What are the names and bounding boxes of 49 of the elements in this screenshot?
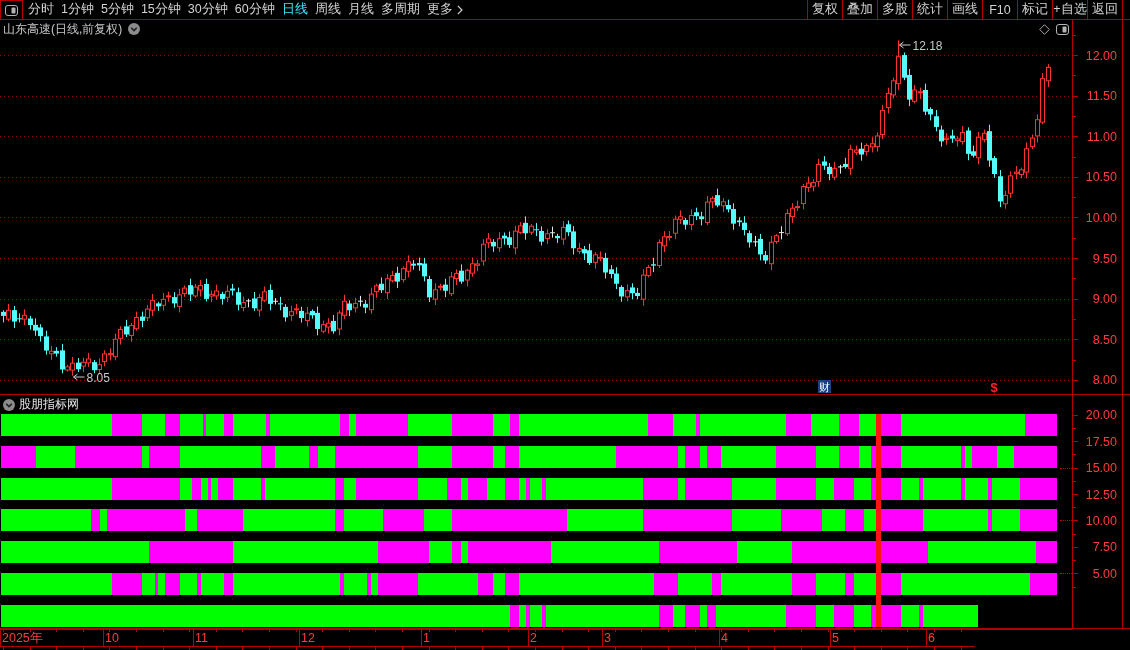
period-tab[interactable]: 分时: [28, 0, 54, 19]
time-axis-label: 2: [530, 631, 537, 645]
dividend-marker[interactable]: $: [990, 380, 998, 394]
period-tab[interactable]: 周线: [314, 0, 341, 19]
indicator-title: 股朋指标网: [19, 396, 79, 413]
axis-label: 15.00: [1085, 461, 1117, 476]
axis-label: 9.50: [1092, 251, 1117, 266]
diamond-icon[interactable]: [1039, 23, 1050, 35]
axis-label: 5.00: [1092, 566, 1117, 581]
period-tab[interactable]: 日线: [281, 0, 308, 19]
axis-label: 10.00: [1085, 514, 1117, 528]
period-tab[interactable]: 30分钟: [187, 0, 228, 19]
time-axis-label: 4: [721, 631, 728, 645]
finance-marker[interactable]: 财: [818, 380, 831, 393]
period-tab[interactable]: 多周期: [380, 0, 420, 19]
axis-label: 17.50: [1085, 434, 1117, 449]
toolbar-button[interactable]: +自选: [1052, 0, 1087, 19]
more-button[interactable]: 更多: [426, 0, 463, 19]
time-axis-label: 1: [423, 631, 430, 645]
period-tab[interactable]: 5分钟: [100, 0, 134, 19]
axis-label: 11.00: [1086, 129, 1117, 144]
time-axis-label: 5: [832, 631, 839, 645]
period-tab[interactable]: 15分钟: [140, 0, 181, 19]
period-tab[interactable]: 月线: [347, 0, 374, 19]
axis-label: 20.00: [1085, 408, 1117, 423]
axis-label: 8.00: [1092, 373, 1117, 388]
axis-label: 12.50: [1085, 487, 1117, 502]
axis-label: 10.50: [1085, 170, 1117, 185]
time-axis-label: 2025年: [2, 631, 43, 645]
period-tab[interactable]: 60分钟: [234, 0, 275, 19]
dropdown-icon[interactable]: [128, 23, 141, 35]
dropdown-icon[interactable]: [3, 398, 15, 411]
chart-title: 山东高速(日线,前复权): [3, 20, 123, 38]
time-axis-label: 11: [195, 631, 208, 645]
axis-label: 9.00: [1092, 292, 1117, 307]
panel-icon[interactable]: [1056, 23, 1069, 35]
axis-label: 12.00: [1085, 48, 1117, 63]
time-axis-label: 3: [604, 631, 611, 645]
panel-toggle-button[interactable]: [0, 0, 23, 19]
time-axis-label: 10: [105, 631, 119, 645]
axis-label: 8.50: [1092, 332, 1117, 347]
axis-label: 10.00: [1085, 210, 1117, 225]
panel-icon: [5, 4, 18, 16]
time-axis-label: 6: [928, 631, 935, 645]
time-axis-label: 12: [301, 631, 315, 645]
axis-label: 7.50: [1092, 540, 1117, 555]
chevron-right-icon: [456, 4, 463, 15]
period-tab[interactable]: 1分钟: [61, 0, 94, 19]
axis-label: 11.50: [1086, 89, 1117, 104]
